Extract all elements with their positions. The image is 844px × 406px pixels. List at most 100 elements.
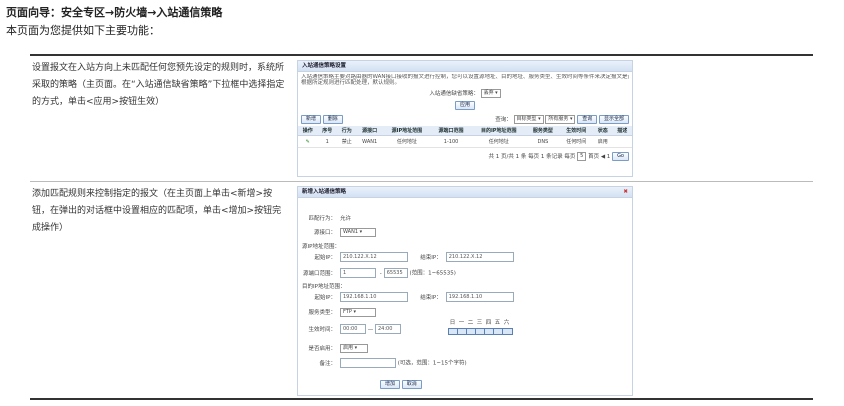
service-select[interactable]: FTP ▾ (340, 308, 376, 317)
src-ip-section: 源IP地址范围： (302, 244, 340, 250)
column-header: 描述 (612, 126, 632, 136)
weekday-checkbox-cell (502, 328, 513, 335)
src-end-ip-input[interactable]: 210.122.X.12 (445, 252, 514, 262)
query-field-select[interactable]: 目标类型 ▾ (513, 115, 544, 124)
weekday-checkbox-cell (466, 328, 477, 335)
remark-input[interactable] (340, 358, 396, 368)
weekday-checkbox-cell (457, 328, 468, 335)
dialog-title: 新增入站通信策略 (302, 189, 347, 195)
service-label: 服务类型： (308, 310, 336, 316)
table-row: ✎ 1 禁止 WAN1 任何地址 1-100 任何地址 DNS 任何时间 启用 (298, 135, 632, 148)
column-header: 服务类型 (526, 126, 560, 136)
time-start-input[interactable]: 00:00 (340, 324, 366, 334)
dialog-header: 新增入站通信策略 ✖ (298, 187, 632, 198)
row-1-description: 设置报文在入站方向上未匹配任何您预先设定的规则时，系统所采取的策略（主页面。在“… (32, 63, 285, 107)
page-title: 页面向导：安全专区→防火墙→入站通信策略 (6, 6, 223, 19)
weekday-label: 五 (494, 320, 501, 326)
row-2-description: 添加匹配规则来控制指定的报文（在主页面上单击<新增>按钮，在弹出的对话框中设置相… (32, 189, 282, 233)
pager-text: 共 1 页/共 1 条 每页 1 条记录 每页 (488, 154, 576, 160)
page-intro: 本页面为您提供如下主要功能： (6, 24, 160, 37)
table-cell: 1 (317, 135, 337, 148)
dialog-add-button[interactable]: 增加 (380, 380, 401, 389)
time-label: 生效时间： (308, 326, 336, 333)
action-label: 匹配行为： (308, 216, 336, 222)
column-header: 源端口范围 (430, 126, 472, 136)
query-button[interactable]: 查询 (577, 115, 598, 124)
port-end-input[interactable]: 65535 (383, 268, 408, 278)
weekday-label: 三 (476, 320, 483, 326)
weekday-checkbox-cell (493, 328, 504, 335)
dst-start-ip-input[interactable]: 192.168.1.10 (340, 292, 408, 302)
column-header: 源IP地址范围 (382, 126, 431, 136)
src-start-label: 起始IP： (314, 254, 336, 261)
column-header: 状态 (592, 126, 613, 136)
table-cell: 1-100 (430, 135, 472, 148)
table-cell: DNS (526, 135, 560, 148)
table-cell: WAN1 (356, 135, 383, 148)
page-nav[interactable]: 首页 ◀ 1 (588, 154, 610, 160)
page-size-select[interactable]: 5 (577, 152, 587, 161)
query-scope-select[interactable]: 所有服务 ▾ (545, 115, 576, 124)
table-cell: 禁止 (336, 135, 357, 148)
query-label: 查询： (495, 117, 512, 123)
column-header: 生效时间 (559, 126, 593, 136)
default-policy-label: 入站通信缺省策略： (429, 91, 479, 97)
weekday-label: 二 (467, 320, 474, 326)
table-cell: 启用 (592, 135, 613, 148)
dst-start-label: 起始IP： (314, 294, 336, 301)
enable-label: 是否启用： (308, 346, 336, 352)
weekday-checkboxes (448, 328, 513, 335)
weekday-checkbox[interactable] (502, 328, 513, 335)
table-bottom-rule (30, 398, 813, 400)
dst-end-label: 结束IP： (420, 294, 442, 301)
dialog-screenshot: 新增入站通信策略 ✖ 匹配行为： 允许 源接口： WAN1 ▾ 源IP地址范围： 起… (297, 186, 633, 396)
column-header: 行为 (336, 126, 357, 136)
port-start-input[interactable]: 1 (340, 268, 376, 278)
weekday-label: 一 (458, 320, 465, 326)
src-end-label: 结束IP： (420, 254, 442, 261)
column-header: 序号 (317, 126, 337, 136)
src-port-label: 源端口范围： (302, 270, 336, 277)
time-separator: — (367, 326, 374, 333)
src-if-label: 源接口： (313, 230, 336, 236)
row-divider (30, 181, 813, 182)
column-header: 目的IP地址范围 (471, 126, 527, 136)
weekday-label: 六 (503, 320, 510, 326)
remark-hint: (可选，范围：1~15个字符) (397, 360, 467, 367)
main-shot-header: 入站通信策略设置 (298, 61, 632, 72)
default-policy-select[interactable]: 丢弃 ▾ (480, 89, 501, 98)
time-end-input[interactable]: 24:00 (375, 324, 401, 334)
dst-end-ip-input[interactable]: 192.168.1.10 (445, 292, 514, 302)
policy-table: 操作 序号 行为 源接口 源IP地址范围 源端口范围 目的IP地址范围 服务类型 生效时间 状态描… (298, 126, 632, 148)
enable-select[interactable]: 启用 ▾ (340, 344, 368, 353)
weekday-checkbox-cell (484, 328, 495, 335)
src-start-ip-input[interactable]: 210.122.X.12 (340, 252, 408, 262)
weekday-checkbox-cell (448, 328, 459, 335)
src-if-select[interactable]: WAN1 ▾ (340, 228, 376, 237)
edit-icon[interactable]: ✎ (298, 135, 318, 148)
table-cell: 任何地址 (471, 135, 527, 148)
add-button[interactable]: 新增 (301, 115, 322, 124)
main-shot-note-2: 根据所定规则进行匹配处理，默认规则。 (301, 80, 401, 86)
weekday-checkbox-cell (475, 328, 486, 335)
column-header: 源接口 (356, 126, 383, 136)
dialog-cancel-button[interactable]: 取消 (401, 380, 422, 389)
delete-button[interactable]: 删除 (322, 115, 343, 124)
remark-label: 备注： (319, 360, 336, 367)
close-icon[interactable]: ✖ (623, 187, 628, 197)
weekday-label: 日 (449, 320, 456, 326)
column-header: 操作 (298, 126, 318, 136)
table-cell: 任何地址 (382, 135, 431, 148)
go-button[interactable]: Go (612, 152, 629, 161)
table-cell: 任何时间 (559, 135, 593, 148)
main-page-screenshot: 入站通信策略设置 入站通信策略主要对路由器的WAN接口接收的报文进行控制，您可以… (297, 60, 633, 177)
table-cell (612, 135, 632, 148)
table-top-rule (30, 54, 813, 56)
show-all-button[interactable]: 显示全部 (598, 115, 629, 124)
port-hint: (范围：1~65535) (409, 270, 456, 277)
dst-ip-section: 目的IP地址范围： (302, 284, 346, 290)
action-value: 允许 (340, 216, 352, 222)
weekday-label: 四 (485, 320, 492, 326)
weekday-labels: 日一二三四五六 (448, 318, 511, 326)
apply-button[interactable]: 应用 (454, 101, 475, 110)
